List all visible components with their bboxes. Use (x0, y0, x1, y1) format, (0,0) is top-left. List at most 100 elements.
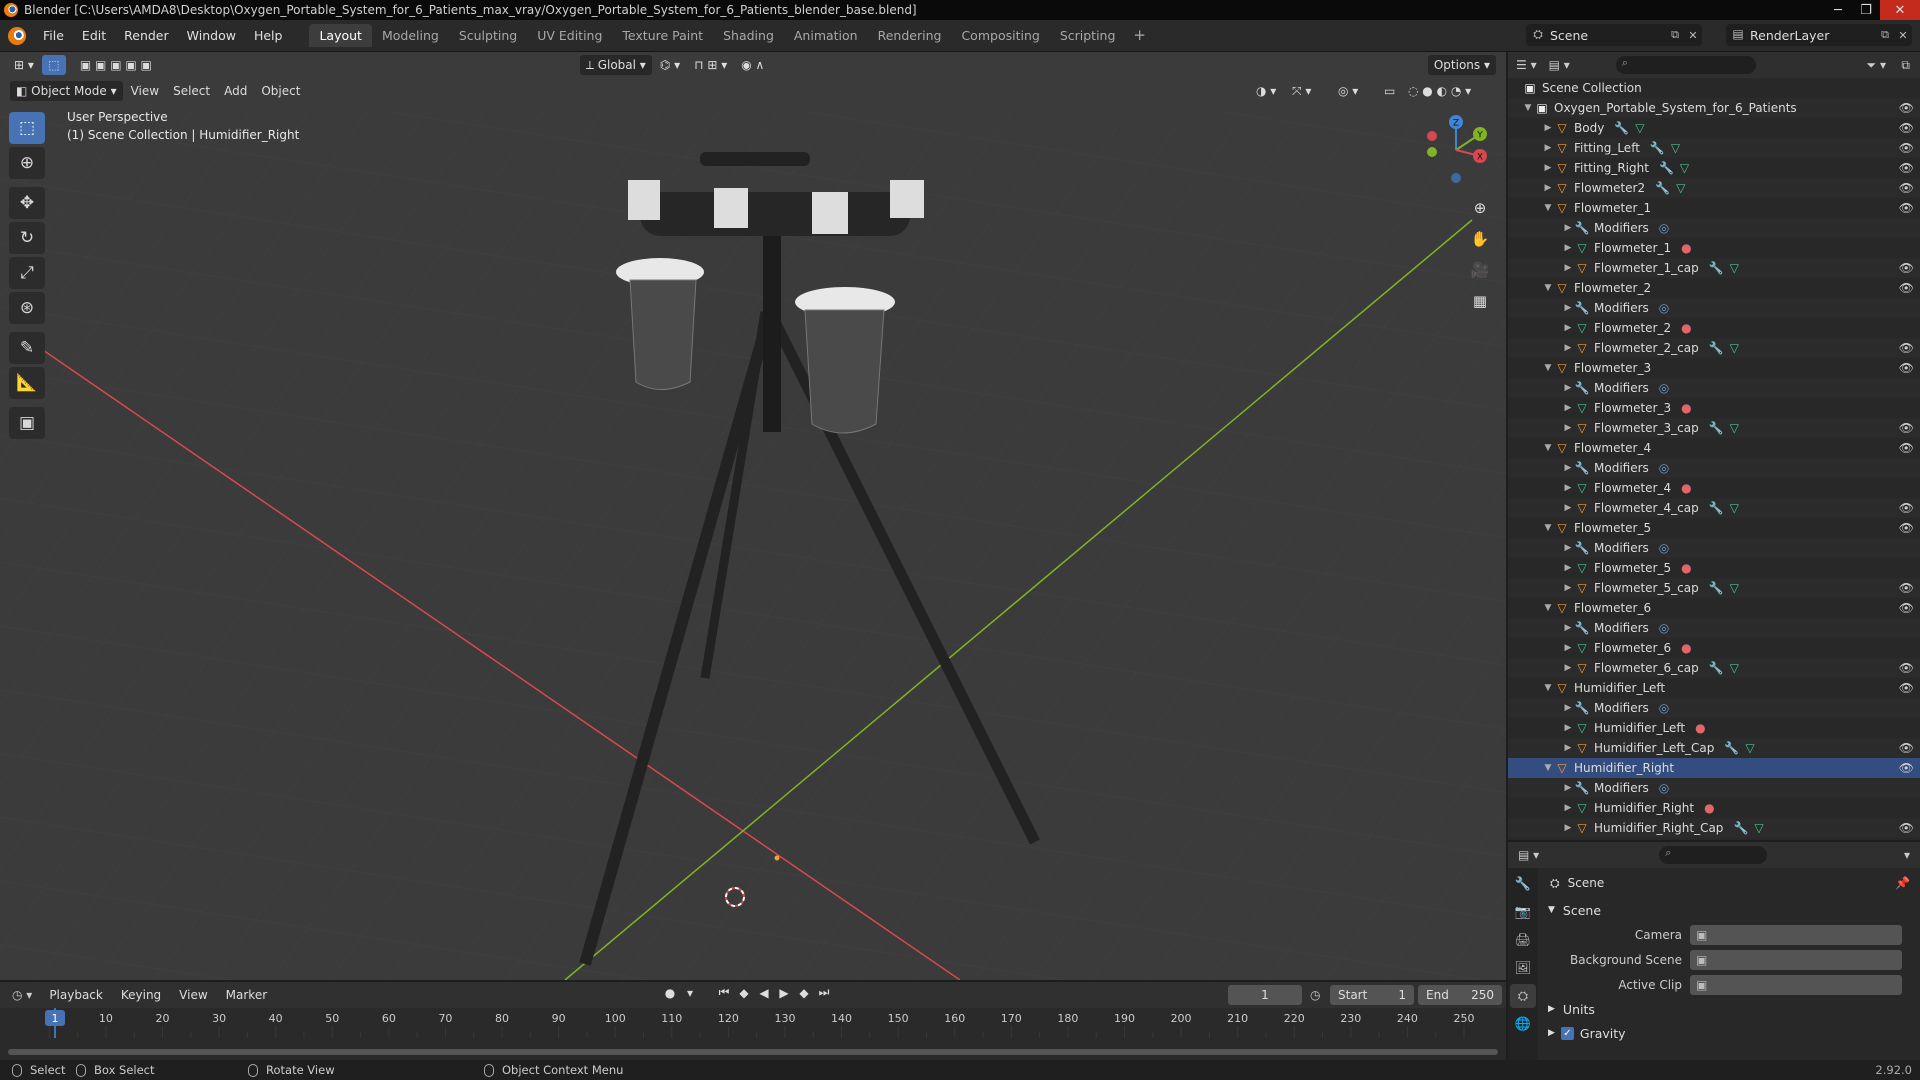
overlay-toggle-icon[interactable]: ◎ ▾ (1332, 81, 1364, 101)
collapse-arrow-icon[interactable]: ▼ (1542, 283, 1554, 293)
visibility-eye-icon[interactable]: 👁 (1899, 521, 1914, 535)
mesh-data-icon[interactable]: ▽ (1730, 661, 1739, 675)
outliner-item-label[interactable]: Flowmeter_1 (1574, 201, 1651, 215)
outliner-item-label[interactable]: Modifiers (1594, 221, 1649, 235)
expand-arrow-icon[interactable]: ▶ (1562, 483, 1574, 493)
outliner-item-label[interactable]: Fitting_Right (1574, 161, 1649, 175)
menu-render[interactable]: Render (115, 28, 178, 43)
property-value-field[interactable]: ▣ (1690, 924, 1902, 945)
outliner-row[interactable]: ▼ ▽ Flowmeter_3 👁 (1508, 358, 1920, 378)
jump-start-icon[interactable]: ⏮ (714, 985, 734, 1000)
transform-tool-icon[interactable]: ⊛ (9, 292, 45, 324)
camera-view-icon[interactable]: 🎥 (1466, 256, 1494, 284)
object-mode-dropdown[interactable]: ◧ Object Mode ▾ (10, 81, 123, 101)
scene-panel-header[interactable]: ▼ Scene (1540, 898, 1920, 922)
outliner-item-label[interactable]: Flowmeter_2 (1594, 321, 1671, 335)
expand-arrow-icon[interactable]: ▶ (1562, 243, 1574, 253)
outliner-item-label[interactable]: Oxygen_Portable_System_for_6_Patients (1554, 101, 1797, 115)
add-workspace-icon[interactable]: + (1125, 24, 1154, 47)
view-layer-name[interactable]: RenderLayer (1750, 28, 1876, 43)
units-panel-header[interactable]: ▶ Units (1540, 997, 1920, 1021)
expand-arrow-icon[interactable]: ▶ (1562, 783, 1574, 793)
outliner-item-label[interactable]: Humidifier_Left (1594, 721, 1685, 735)
outliner-search-input[interactable]: ⌕ (1615, 56, 1756, 74)
shading-modes-icons[interactable]: ◌ ● ◐ ◔ ▾ (1402, 81, 1477, 101)
menu-window[interactable]: Window (178, 28, 245, 43)
collapse-arrow-icon[interactable]: ▼ (1542, 763, 1554, 773)
visibility-icon[interactable]: ◑ ▾ (1250, 81, 1282, 101)
visibility-eye-icon[interactable]: 👁 (1899, 261, 1914, 275)
modifier-wrench-icon[interactable]: 🔧 (1733, 821, 1748, 835)
select-mode-icons[interactable]: ▣ ▣ ▣ ▣ ▣ (74, 55, 158, 75)
outliner-item-label[interactable]: Humidifier_Right_Cap (1594, 821, 1723, 835)
filter-icon[interactable]: ⏷ ▾ (1867, 58, 1886, 73)
outliner-item-label[interactable]: Flowmeter_4 (1594, 481, 1671, 495)
outliner-row[interactable]: ▼ ▽ Flowmeter_4 👁 (1508, 438, 1920, 458)
outliner-item-label[interactable]: Body (1574, 121, 1604, 135)
outliner-row[interactable]: ▶ ▽ Flowmeter_5_cap 🔧 ▽ 👁 (1508, 578, 1920, 598)
visibility-eye-icon[interactable]: 👁 (1899, 101, 1914, 115)
outliner-item-label[interactable]: Flowmeter_3 (1574, 361, 1651, 375)
tab-uv-editing[interactable]: UV Editing (527, 24, 612, 47)
outliner-row[interactable]: ▶ 🔧 Modifiers ◎ (1508, 378, 1920, 398)
outliner-item-label[interactable]: Flowmeter_3_cap (1594, 421, 1699, 435)
maximize-button[interactable]: ❐ (1852, 0, 1880, 20)
material-icon[interactable]: ● (1681, 401, 1691, 415)
outliner-row[interactable]: ▼ ▽ Flowmeter_5 👁 (1508, 518, 1920, 538)
modifier-stack-icon[interactable]: ◎ (1659, 781, 1669, 795)
modifier-wrench-icon[interactable]: 🔧 (1650, 141, 1665, 155)
outliner-row[interactable]: ▶ ▽ Flowmeter_6 ● (1508, 638, 1920, 658)
render-tab-icon[interactable]: 📷 (1510, 900, 1536, 924)
timeline-menu-keying[interactable]: Keying (112, 988, 170, 1002)
collapse-arrow-icon[interactable]: ▼ (1542, 203, 1554, 213)
ortho-grid-icon[interactable]: ▦ (1466, 287, 1494, 315)
outliner-item-label[interactable]: Modifiers (1594, 701, 1649, 715)
annotate-tool-icon[interactable]: ✎ (9, 332, 45, 364)
collapse-arrow-icon[interactable]: ▼ (1522, 103, 1534, 113)
tab-shading[interactable]: Shading (713, 24, 784, 47)
visibility-eye-icon[interactable]: 👁 (1899, 581, 1914, 595)
outliner-row[interactable]: ▼ ▽ Flowmeter_2 👁 (1508, 278, 1920, 298)
world-tab-icon[interactable]: 🌐 (1510, 1012, 1536, 1036)
expand-arrow-icon[interactable]: ▶ (1562, 743, 1574, 753)
3d-viewport[interactable]: ⊞ ▾ ⬚ ▣ ▣ ▣ ▣ ▣ ⟂ Global ▾ ⌬ ▾ ⊓ ⊞ ▾ ◉ ∧… (0, 52, 1506, 980)
visibility-eye-icon[interactable]: 👁 (1899, 341, 1914, 355)
modifier-stack-icon[interactable]: ◎ (1659, 541, 1669, 555)
outliner-item-label[interactable]: Humidifier_Left (1574, 681, 1665, 695)
outliner-item-label[interactable]: Modifiers (1594, 381, 1649, 395)
delete-view-layer-icon[interactable]: ✕ (1894, 29, 1912, 42)
material-icon[interactable]: ● (1681, 561, 1691, 575)
view-layer-tab-icon[interactable]: 🖼 (1510, 956, 1536, 980)
outliner-item-label[interactable]: Flowmeter_2 (1574, 281, 1651, 295)
outliner-item-label[interactable]: Humidifier_Left_Cap (1594, 741, 1714, 755)
outliner-row[interactable]: ▶ ▽ Humidifier_Left ● (1508, 718, 1920, 738)
material-icon[interactable]: ● (1681, 641, 1691, 655)
visibility-eye-icon[interactable]: 👁 (1899, 281, 1914, 295)
expand-arrow-icon[interactable]: ▶ (1562, 643, 1574, 653)
viewport-menu-object[interactable]: Object (255, 81, 306, 101)
navigation-gizmo[interactable]: Z Y X (1418, 112, 1494, 188)
outliner-row[interactable]: ▶ 🔧 Modifiers ◎ (1508, 298, 1920, 318)
visibility-eye-icon[interactable]: 👁 (1899, 201, 1914, 215)
visibility-eye-icon[interactable]: 👁 (1899, 161, 1914, 175)
display-mode-icon[interactable]: ▤ ▾ (1549, 58, 1570, 72)
expand-arrow-icon[interactable]: ▶ (1562, 663, 1574, 673)
modifier-stack-icon[interactable]: ◎ (1659, 461, 1669, 475)
modifier-wrench-icon[interactable]: 🔧 (1709, 661, 1724, 675)
property-value-field[interactable]: ▣ (1690, 974, 1902, 995)
viewport-menu-view[interactable]: View (125, 81, 165, 101)
proportional-edit-icon[interactable]: ◉ ∧ (735, 55, 770, 75)
editor-type-icon[interactable]: ⊞ ▾ (8, 55, 40, 75)
modifier-stack-icon[interactable]: ◎ (1659, 381, 1669, 395)
tool-tab-icon[interactable]: 🔧 (1510, 872, 1536, 896)
current-frame-field[interactable]: 1 (1228, 985, 1302, 1005)
cursor-tool-icon[interactable]: ⊕ (9, 147, 45, 179)
menu-file[interactable]: File (34, 28, 73, 43)
outliner-row[interactable]: ▶ ▽ Flowmeter_3_cap 🔧 ▽ 👁 (1508, 418, 1920, 438)
menu-edit[interactable]: Edit (73, 28, 115, 43)
modifier-wrench-icon[interactable]: 🔧 (1709, 261, 1724, 275)
modifier-wrench-icon[interactable]: 🔧 (1709, 501, 1724, 515)
copy-scene-icon[interactable]: ⧉ (1666, 28, 1684, 42)
visibility-eye-icon[interactable]: 👁 (1899, 821, 1914, 835)
modifier-wrench-icon[interactable]: 🔧 (1655, 181, 1670, 195)
